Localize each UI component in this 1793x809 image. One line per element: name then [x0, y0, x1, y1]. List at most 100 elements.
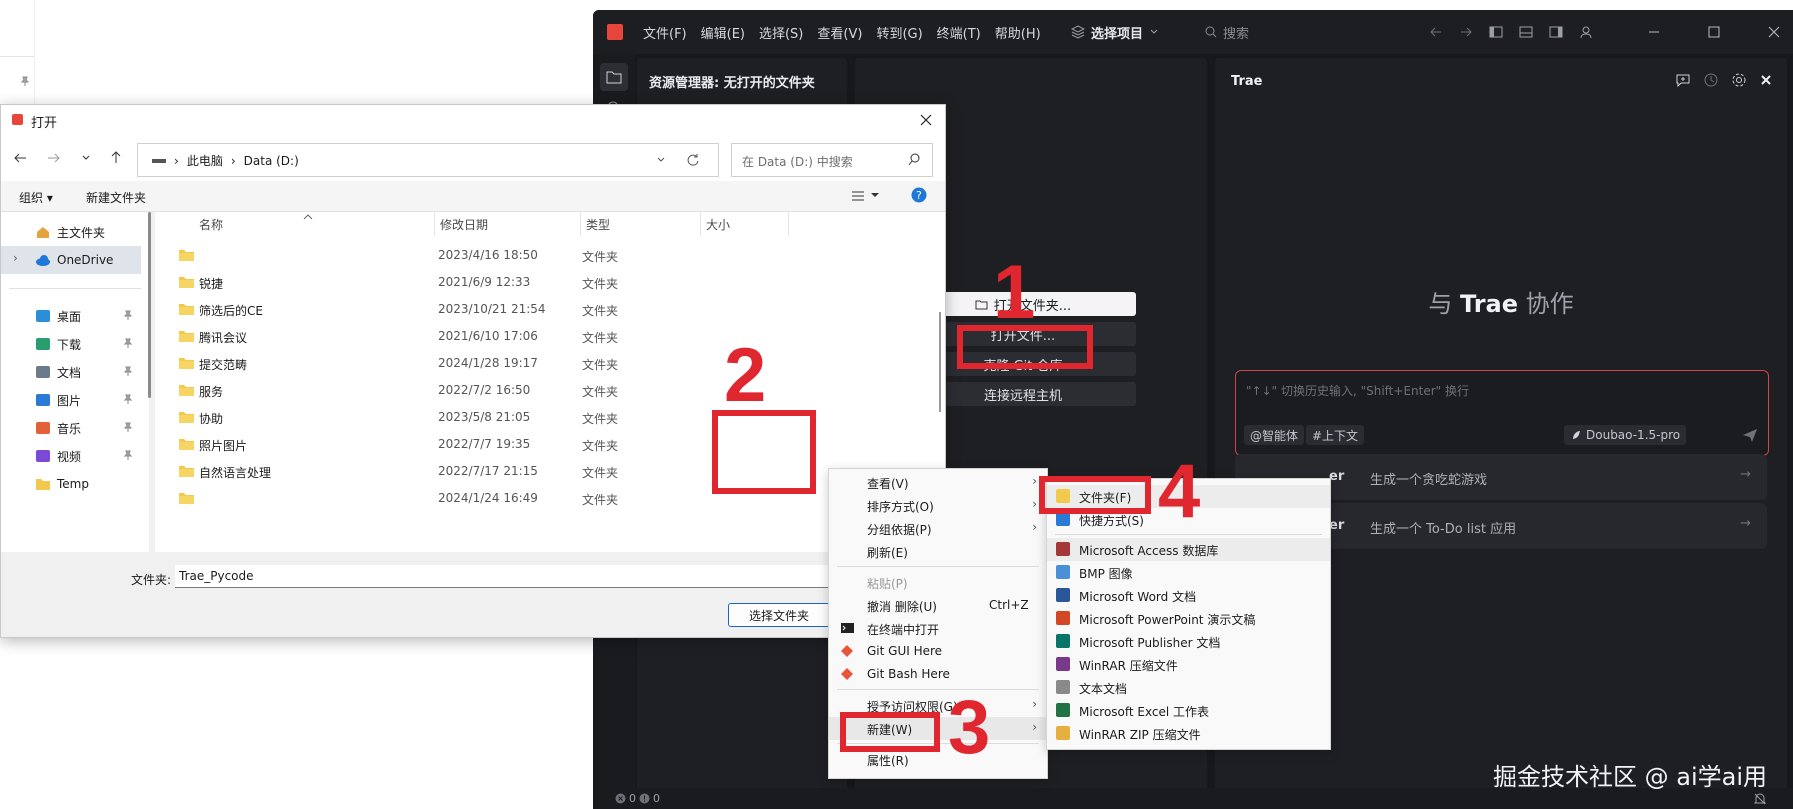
submenu-item[interactable]: Microsoft PowerPoint 演示文稿: [1047, 607, 1330, 630]
gear-icon[interactable]: [1731, 72, 1747, 88]
refresh-icon[interactable]: [686, 153, 700, 167]
forward-arrow-icon[interactable]: [1459, 25, 1473, 39]
maximize-icon[interactable]: [1707, 25, 1721, 39]
menu-item[interactable]: 帮助(H): [995, 23, 1041, 42]
recent-locations-chevron-icon[interactable]: [81, 153, 91, 163]
explorer-button[interactable]: [600, 63, 628, 91]
model-selector[interactable]: Doubao-1.5-pro: [1564, 425, 1687, 445]
close-icon[interactable]: [1767, 25, 1781, 39]
breadcrumb-this-pc[interactable]: 此电脑: [187, 152, 223, 169]
breadcrumb-drive[interactable]: Data (D:): [244, 154, 299, 168]
notifications-off-icon[interactable]: [1753, 792, 1767, 806]
project-selector-label: 选择项目: [1091, 26, 1144, 42]
toggle-panel-icon[interactable]: [1519, 25, 1533, 39]
breadcrumb: › 此电脑 › Data (D:): [152, 152, 299, 169]
column-header-type[interactable]: 类型: [580, 212, 701, 236]
close-icon[interactable]: [1759, 73, 1773, 87]
pin-icon[interactable]: [123, 366, 133, 376]
pin-icon[interactable]: [123, 450, 133, 460]
context-chip[interactable]: #上下文: [1306, 425, 1365, 445]
view-options-icon[interactable]: [851, 190, 865, 202]
back-arrow-icon[interactable]: [1429, 25, 1443, 39]
address-bar[interactable]: › 此电脑 › Data (D:): [137, 143, 719, 177]
context-menu-item[interactable]: 分组依据(P) ›: [829, 517, 1047, 540]
pin-icon[interactable]: [123, 310, 133, 320]
context-menu-item[interactable]: Git GUI Here: [829, 640, 1047, 663]
table-row[interactable]: 2024/1/24 16:49 文件夹: [155, 482, 935, 513]
warning-count[interactable]: 0: [653, 792, 660, 805]
forward-arrow-icon[interactable]: [47, 151, 61, 165]
help-icon[interactable]: ?: [911, 187, 927, 203]
submenu-item[interactable]: Microsoft Excel 工作表: [1047, 699, 1330, 722]
folder-icon: [179, 466, 194, 477]
toggle-sidebar-icon[interactable]: [1489, 25, 1503, 39]
desktop-icon: [36, 310, 50, 322]
powerpoint-icon: [1056, 611, 1070, 625]
nav-scrollbar[interactable]: [147, 212, 152, 552]
nav-item[interactable]: 图片: [1, 386, 141, 414]
column-header-size[interactable]: 大小: [700, 212, 789, 236]
folder-icon: [179, 358, 194, 369]
select-folder-button[interactable]: 选择文件夹: [728, 603, 830, 627]
back-arrow-icon[interactable]: [13, 151, 27, 165]
context-menu-item[interactable]: 排序方式(O) ›: [829, 494, 1047, 517]
submenu-item[interactable]: 文本文档: [1047, 676, 1330, 699]
nav-item[interactable]: 音乐: [1, 414, 141, 442]
dialog-close-button[interactable]: [915, 109, 937, 131]
minimize-icon[interactable]: [1647, 25, 1661, 39]
context-menu-item[interactable]: 在终端中打开: [829, 617, 1047, 640]
nav-item[interactable]: Temp: [1, 470, 141, 498]
file-date: 2022/7/17 21:15: [438, 464, 538, 478]
context-menu-item[interactable]: Git Bash Here: [829, 663, 1047, 686]
folder-name-input[interactable]: Trae_Pycode: [175, 565, 835, 588]
context-menu-item[interactable]: 查看(V) ›: [829, 471, 1047, 494]
nav-item[interactable]: 文档: [1, 358, 141, 386]
agent-chip[interactable]: @智能体: [1244, 425, 1305, 445]
submenu-item[interactable]: BMP 图像: [1047, 561, 1330, 584]
command-search[interactable]: 搜索: [1205, 22, 1249, 42]
chevron-down-icon[interactable]: [656, 155, 666, 165]
account-icon[interactable]: [1579, 25, 1593, 39]
new-chat-icon[interactable]: [1675, 72, 1691, 88]
project-selector[interactable]: 选择项目: [1071, 22, 1159, 42]
toggle-secondary-sidebar-icon[interactable]: [1549, 25, 1563, 39]
chat-input[interactable]: "↑↓" 切换历史输入, "Shift+Enter" 换行 @智能体 #上下文 …: [1235, 370, 1769, 456]
pin-icon[interactable]: [123, 338, 133, 348]
context-menu-item[interactable]: 撤消 删除(U) Ctrl+Z: [829, 594, 1047, 617]
nav-item-label: 文档: [57, 365, 82, 380]
submenu-item[interactable]: WinRAR ZIP 压缩文件: [1047, 722, 1330, 745]
nav-item[interactable]: 下载: [1, 330, 141, 358]
submenu-item[interactable]: Microsoft Access 数据库: [1047, 538, 1330, 561]
git-icon: [841, 668, 853, 680]
send-icon[interactable]: [1742, 427, 1758, 443]
menu-item[interactable]: 查看(V): [817, 23, 862, 42]
menu-item[interactable]: 选择(S): [759, 23, 803, 42]
submenu-item[interactable]: Microsoft Publisher 文档: [1047, 630, 1330, 653]
pin-icon[interactable]: [123, 394, 133, 404]
nav-item[interactable]: › OneDrive: [1, 246, 141, 274]
nav-item[interactable]: 主文件夹: [1, 218, 141, 246]
dialog-search-box[interactable]: 在 Data (D:) 中搜索: [731, 143, 933, 177]
pin-icon[interactable]: [123, 422, 133, 432]
context-menu-item[interactable]: 刷新(E): [829, 540, 1047, 563]
nav-item[interactable]: 视频: [1, 442, 141, 470]
chevron-down-icon[interactable]: [871, 193, 879, 199]
up-arrow-icon[interactable]: [109, 150, 123, 164]
nav-item-label: 主文件夹: [57, 225, 106, 240]
history-icon[interactable]: [1703, 72, 1719, 88]
organize-button[interactable]: 组织 ▾: [19, 189, 53, 206]
menu-item[interactable]: 转到(G): [876, 23, 922, 42]
suggestion-text: 生成一个贪吃蛇游戏: [1370, 473, 1488, 488]
menu-item[interactable]: 编辑(E): [701, 23, 745, 42]
submenu-item[interactable]: Microsoft Word 文档: [1047, 584, 1330, 607]
menu-item[interactable]: 文件(F): [643, 23, 687, 42]
nav-item[interactable]: 桌面: [1, 302, 141, 330]
dialog-footer: 文件夹: Trae_Pycode 选择文件夹: [1, 553, 945, 637]
new-folder-button[interactable]: 新建文件夹: [86, 189, 146, 206]
submenu-item[interactable]: WinRAR 压缩文件: [1047, 653, 1330, 676]
column-header-date[interactable]: 修改日期: [434, 212, 581, 236]
menu-item[interactable]: 终端(T): [937, 23, 981, 42]
chevron-right-icon[interactable]: ›: [13, 251, 18, 265]
error-count[interactable]: 0: [629, 792, 636, 805]
submenu-label: WinRAR 压缩文件: [1079, 659, 1178, 673]
